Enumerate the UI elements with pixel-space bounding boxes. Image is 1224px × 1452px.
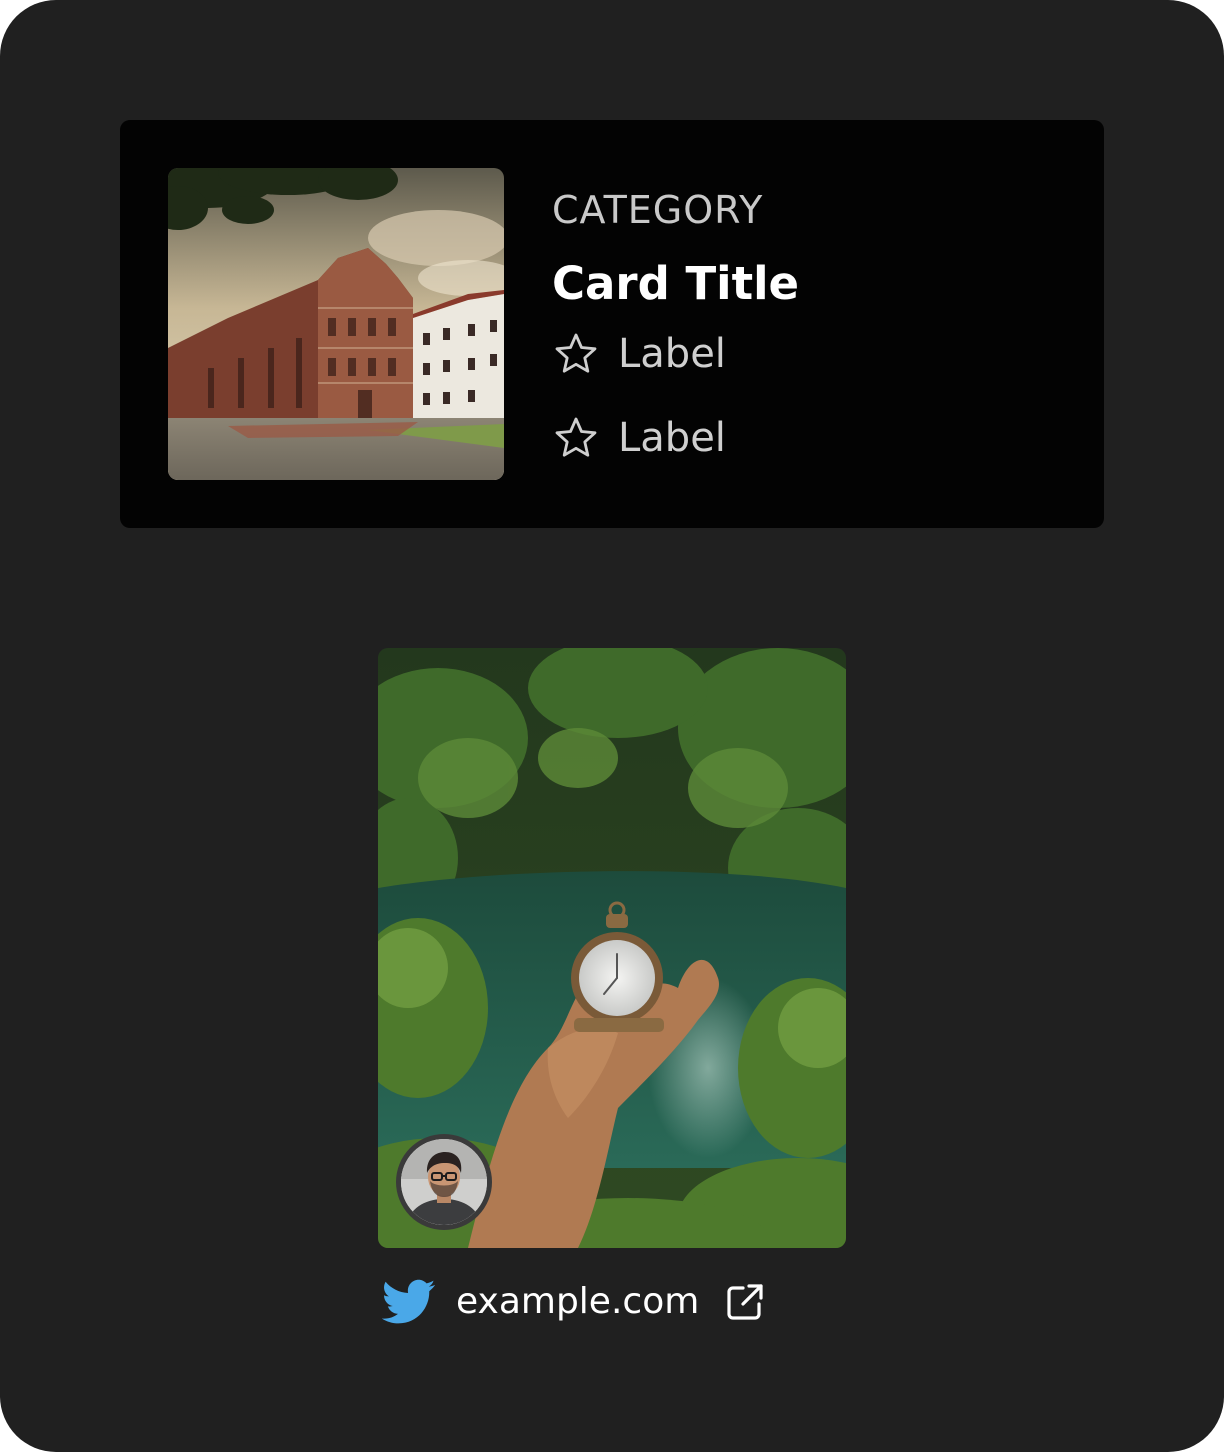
card-title[interactable]: Card Title bbox=[552, 254, 799, 314]
star-outline-icon bbox=[555, 333, 597, 373]
star-outline-icon bbox=[555, 417, 597, 457]
card-category: CATEGORY bbox=[552, 188, 764, 232]
social-link-row[interactable]: example.com bbox=[382, 1276, 767, 1328]
twitter-icon[interactable] bbox=[382, 1279, 436, 1325]
horizontal-card[interactable]: CATEGORY Card Title Label Label bbox=[120, 120, 1104, 528]
label-row-2: Label bbox=[552, 412, 726, 464]
card-image-church bbox=[168, 168, 504, 480]
external-link-icon[interactable] bbox=[723, 1280, 767, 1324]
link-text[interactable]: example.com bbox=[456, 1276, 699, 1328]
page-frame: CATEGORY Card Title Label Label example.… bbox=[0, 0, 1224, 1452]
avatar[interactable] bbox=[396, 1134, 492, 1230]
label-text-2: Label bbox=[618, 415, 726, 461]
label-text-1: Label bbox=[618, 331, 726, 377]
label-row-1: Label bbox=[552, 328, 726, 380]
